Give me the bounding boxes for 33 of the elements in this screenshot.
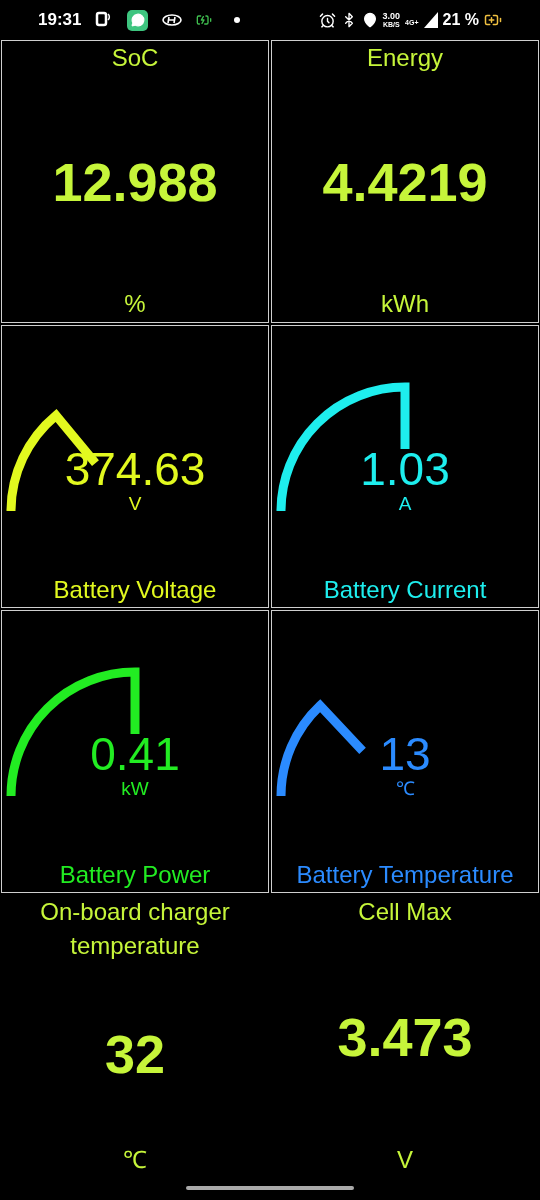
- tile-value: 4.4219: [322, 151, 488, 212]
- gauge-unit: ℃: [395, 779, 415, 799]
- status-time: 19:31: [38, 9, 82, 32]
- tile-value: 3.473: [337, 1006, 473, 1067]
- tile-title: Energy: [365, 43, 444, 73]
- tile-title: Cell Max: [357, 897, 453, 927]
- tile-unit: ℃: [123, 1145, 147, 1175]
- location-icon: [361, 12, 378, 28]
- tile-title: SoC: [110, 43, 160, 73]
- signal-icon: [423, 12, 438, 28]
- gauge-unit: kW: [121, 779, 149, 799]
- net-speed-value: 3.00: [382, 12, 401, 21]
- car-logo-icon: [162, 14, 183, 26]
- tile-unit: kWh: [381, 289, 429, 319]
- battery-charging-icon: [196, 12, 213, 28]
- tile-title: Battery Temperature: [296, 860, 514, 890]
- tile-value: 32: [104, 1023, 166, 1084]
- tile-title: Battery Power: [59, 860, 211, 890]
- tile-title: On-board charger temperature: [39, 897, 231, 961]
- tile-title: Battery Voltage: [53, 575, 217, 605]
- tile-unit: V: [397, 1145, 413, 1175]
- chat-app-icon: [127, 9, 149, 31]
- gauge-value: 0.41: [90, 729, 180, 779]
- alarm-icon: [318, 11, 336, 29]
- gauge-value: 1.03: [360, 444, 450, 494]
- battery-percent: 21 %: [442, 10, 479, 30]
- gauge-unit: V: [128, 494, 142, 514]
- tile-title: Battery Current: [323, 575, 487, 605]
- gauge-value: 374.63: [64, 444, 206, 494]
- gauge-value: 13: [379, 729, 431, 779]
- tile-value: 12.988: [52, 151, 218, 212]
- tile-unit: %: [124, 289, 146, 319]
- gauge-unit: A: [398, 494, 412, 514]
